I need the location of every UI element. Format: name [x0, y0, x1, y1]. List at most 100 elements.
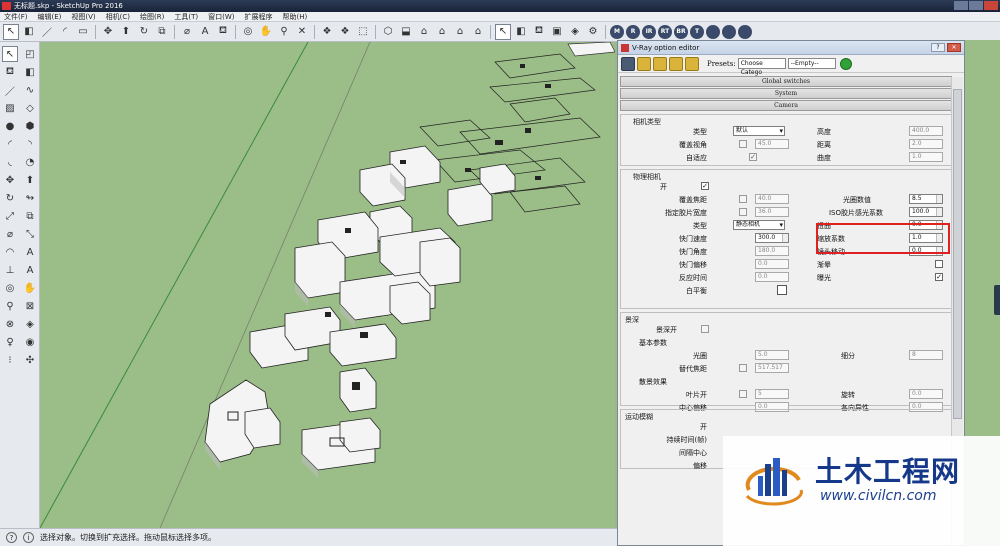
3d-text-icon[interactable]: A: [22, 262, 38, 278]
menu-window[interactable]: 窗口(W): [208, 12, 234, 21]
axes-icon[interactable]: ⊥: [2, 262, 18, 278]
follow-me-icon[interactable]: ↬: [22, 190, 38, 206]
paint-bucket-icon[interactable]: ⛾: [215, 24, 231, 40]
material-editor-icon[interactable]: ◈: [567, 24, 583, 40]
orbit-icon[interactable]: ◎: [2, 280, 18, 296]
front-view-icon[interactable]: ⌂: [416, 24, 432, 40]
shutter-angle-field[interactable]: 180.0: [755, 246, 789, 256]
vray-dome-icon[interactable]: [722, 24, 736, 39]
open-preset-icon[interactable]: [637, 56, 651, 71]
warehouse-icon[interactable]: ❖: [319, 24, 335, 40]
latency-field[interactable]: 0.0: [755, 272, 789, 282]
extension-warehouse-icon[interactable]: ❖: [337, 24, 353, 40]
height-field[interactable]: 400.0: [909, 126, 943, 136]
rollout-camera[interactable]: Camera: [620, 100, 952, 111]
offset-tool-icon[interactable]: ⧉: [154, 24, 170, 40]
three-point-arc-icon[interactable]: ◟: [2, 154, 18, 170]
menu-file[interactable]: 文件(F): [4, 12, 28, 21]
exposure-checkbox[interactable]: ✓: [935, 273, 943, 281]
film-field[interactable]: 36.0: [755, 207, 789, 217]
aperture-field[interactable]: 5.0: [755, 350, 789, 360]
panel-tab-handle[interactable]: [994, 285, 1000, 315]
section-plane-icon[interactable]: ✣: [22, 352, 38, 368]
close-button[interactable]: [984, 1, 998, 10]
save-preset-icon[interactable]: [621, 56, 635, 71]
vignetting-checkbox[interactable]: [935, 260, 943, 268]
vray-render-icon[interactable]: IR: [642, 24, 656, 39]
apply-preset-icon[interactable]: [839, 57, 852, 70]
select-tool-icon[interactable]: ↖: [3, 23, 19, 40]
physical-type-select[interactable]: 静态相机: [733, 220, 785, 230]
vray-sphere-icon[interactable]: [738, 24, 752, 39]
push-pull-tool-icon[interactable]: ⬆: [118, 24, 134, 40]
vray-light-icon[interactable]: [706, 24, 720, 39]
orbit-tool-icon[interactable]: ◎: [240, 24, 256, 40]
vray-material-editor-icon[interactable]: M: [610, 24, 624, 39]
pan-tool-icon[interactable]: ✋: [258, 24, 274, 40]
pan-icon[interactable]: ✋: [22, 280, 38, 296]
zoom-icon[interactable]: ⚲: [2, 298, 18, 314]
right-view-icon[interactable]: ⌂: [434, 24, 450, 40]
curve-field[interactable]: 1.0: [909, 152, 943, 162]
menu-help[interactable]: 帮助(H): [282, 12, 307, 21]
dimension-icon[interactable]: ⤡: [22, 226, 38, 242]
menu-draw[interactable]: 绘图(R): [140, 12, 164, 21]
paint-tool-2-icon[interactable]: ⛾: [531, 24, 547, 40]
preset-value-select[interactable]: --Empty--: [787, 58, 836, 69]
focus-override-checkbox[interactable]: [739, 195, 747, 203]
fov-override-checkbox[interactable]: [739, 140, 747, 148]
vray-help-button[interactable]: ?: [931, 43, 945, 52]
paint-bucket-icon[interactable]: ⛾: [2, 64, 18, 80]
focus-field[interactable]: 40.0: [755, 194, 789, 204]
rotate-icon[interactable]: ↻: [2, 190, 18, 206]
share-model-icon[interactable]: ⬚: [355, 24, 371, 40]
iso-field[interactable]: 100.0: [909, 207, 943, 217]
rotate-tool-icon[interactable]: ↻: [136, 24, 152, 40]
two-point-arc-icon[interactable]: ◝: [22, 136, 38, 152]
left-view-icon[interactable]: ⌂: [470, 24, 486, 40]
scrollbar-thumb[interactable]: [953, 89, 962, 419]
circle-icon[interactable]: ●: [2, 118, 18, 134]
iso-view-icon[interactable]: ⬡: [380, 24, 396, 40]
look-around-icon[interactable]: ◉: [22, 334, 38, 350]
focal-override-checkbox[interactable]: [739, 364, 747, 372]
position-camera-icon[interactable]: ♀: [2, 334, 18, 350]
film-override-checkbox[interactable]: [739, 208, 747, 216]
walk-icon[interactable]: ⁝: [2, 352, 18, 368]
back-view-icon[interactable]: ⌂: [452, 24, 468, 40]
rotated-rectangle-icon[interactable]: ◇: [22, 100, 38, 116]
reset-icon[interactable]: [653, 56, 667, 71]
blades-checkbox[interactable]: [739, 390, 747, 398]
zoom-window-icon[interactable]: ⊠: [22, 298, 38, 314]
fov-field[interactable]: 45.0: [755, 139, 789, 149]
dof-on-checkbox[interactable]: [701, 325, 709, 333]
shutter-offset-field[interactable]: 0.0: [755, 259, 789, 269]
zoom-extents-icon[interactable]: ⊗: [2, 316, 18, 332]
select-icon[interactable]: ↖: [2, 46, 18, 62]
eraser-icon[interactable]: ◧: [22, 64, 38, 80]
f-number-field[interactable]: 8.5: [909, 194, 943, 204]
arc-icon[interactable]: ◜: [2, 136, 18, 152]
rotation-field[interactable]: 0.0: [909, 389, 943, 399]
geolocation-icon[interactable]: i: [23, 532, 34, 543]
load-icon[interactable]: [669, 56, 683, 71]
rollout-global-switches[interactable]: Global switches: [620, 76, 952, 87]
focal-field[interactable]: 517.517: [755, 363, 789, 373]
zoom-extents-icon[interactable]: ✕: [294, 24, 310, 40]
render-settings-icon[interactable]: ⚙: [585, 24, 601, 40]
polygon-icon[interactable]: ⬢: [22, 118, 38, 134]
maximize-button[interactable]: [969, 1, 983, 10]
save-icon[interactable]: [685, 56, 699, 71]
eraser-tool-2-icon[interactable]: ◧: [513, 24, 529, 40]
vray-options-icon[interactable]: R: [626, 24, 640, 39]
rectangle-icon[interactable]: ▨: [2, 100, 18, 116]
rectangle-tool-icon[interactable]: ▭: [75, 24, 91, 40]
shutter-speed-field[interactable]: 300.0: [755, 233, 789, 243]
text-icon[interactable]: A: [22, 244, 38, 260]
line-icon[interactable]: ／: [2, 82, 18, 98]
select-tool-2-icon[interactable]: ↖: [495, 23, 511, 40]
zoom-tool-icon[interactable]: ⚲: [276, 24, 292, 40]
distance-field[interactable]: 2.0: [909, 139, 943, 149]
make-component-icon[interactable]: ◰: [22, 46, 38, 62]
vray-batch-icon[interactable]: BR: [674, 24, 688, 39]
